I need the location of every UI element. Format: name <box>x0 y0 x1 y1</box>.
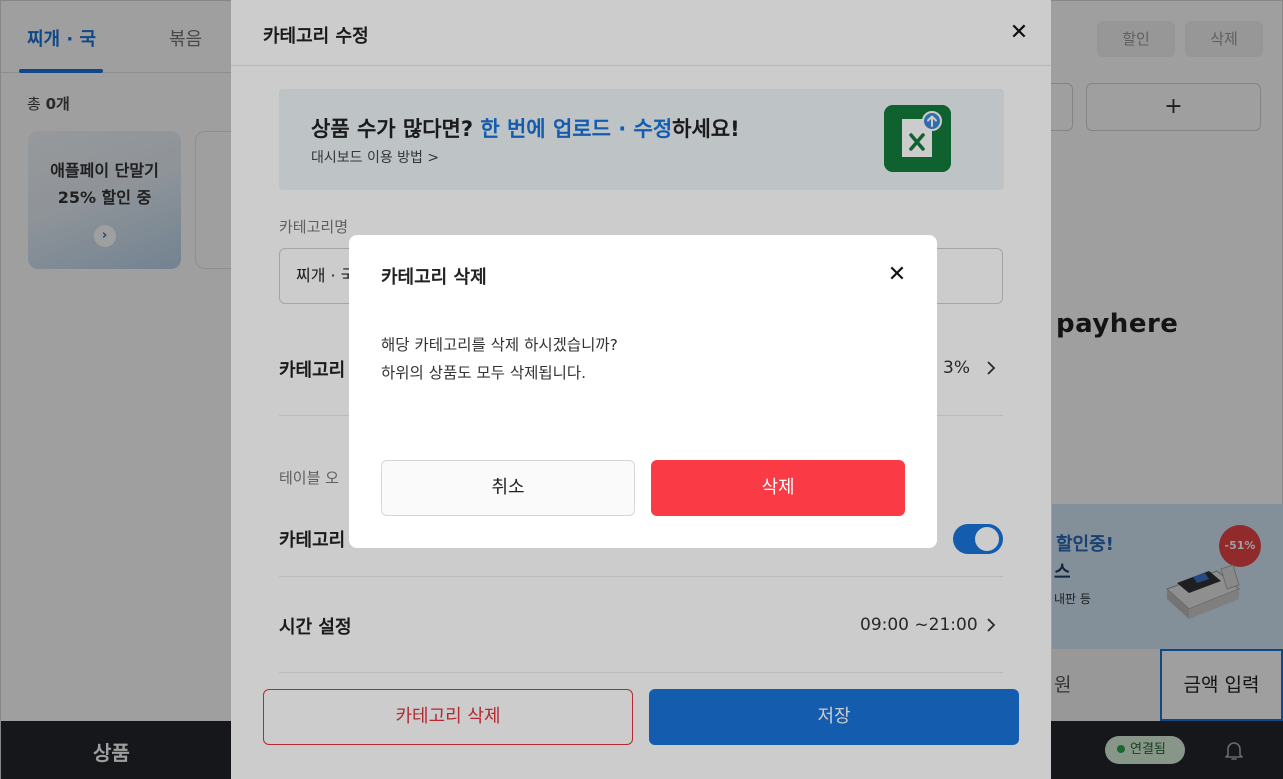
dialog-title: 카테고리 삭제 <box>381 267 487 288</box>
cancel-button[interactable]: 취소 <box>381 460 635 516</box>
close-icon[interactable]: ✕ <box>885 263 909 287</box>
dialog-message-line-1: 해당 카테고리를 삭제 하시겠습니까? <box>381 336 618 354</box>
confirm-delete-button[interactable]: 삭제 <box>651 460 905 516</box>
delete-confirm-dialog: 카테고리 삭제 ✕ 해당 카테고리를 삭제 하시겠습니까? 하위의 상품도 모두… <box>349 235 937 548</box>
dialog-message-line-2: 하위의 상품도 모두 삭제됩니다. <box>381 364 587 382</box>
